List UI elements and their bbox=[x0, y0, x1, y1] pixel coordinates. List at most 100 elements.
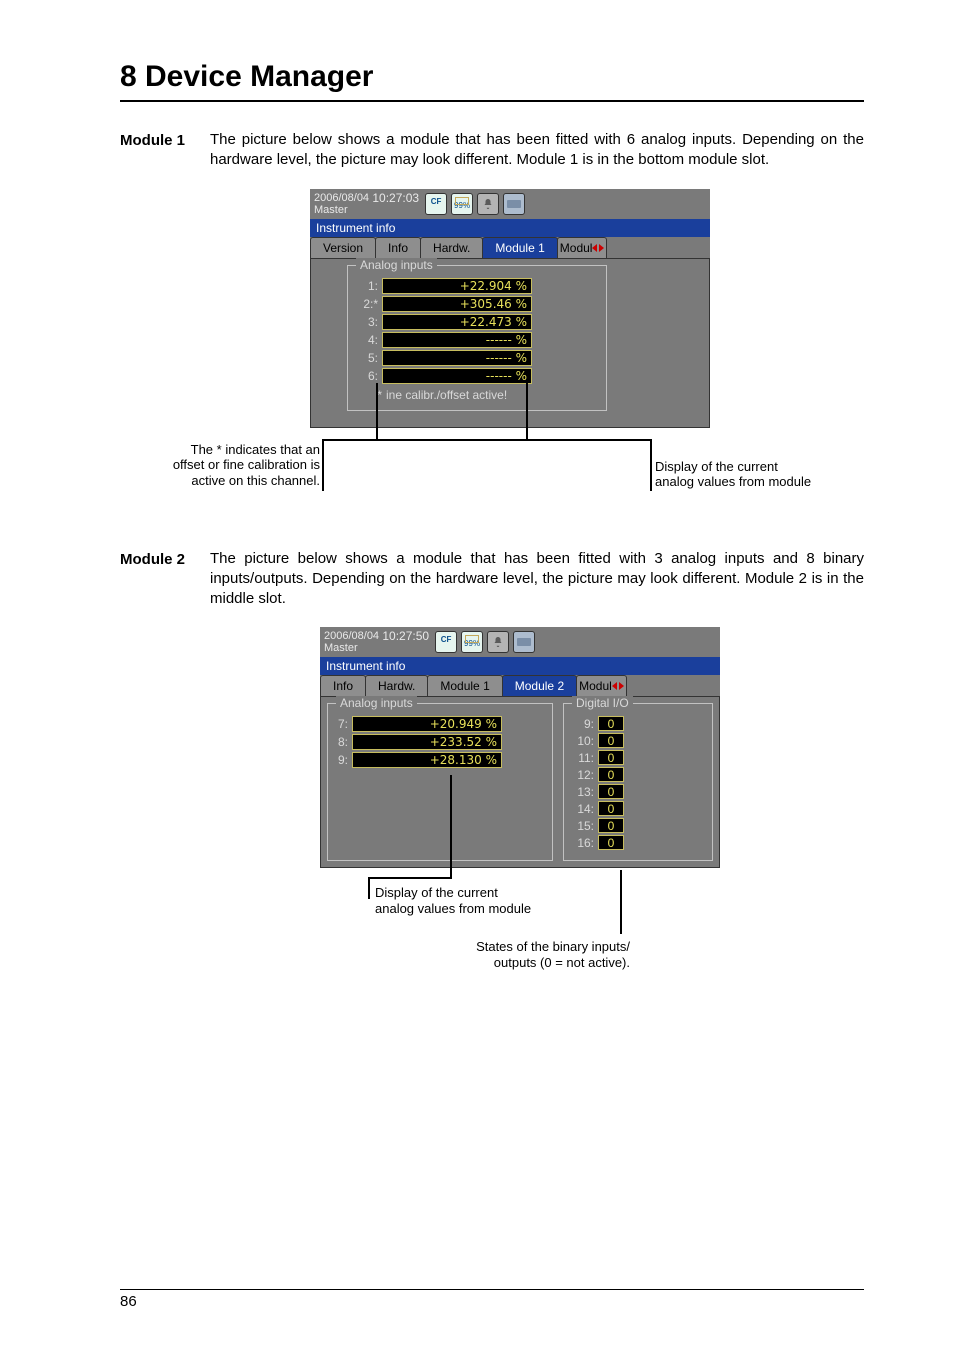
master-label: Master bbox=[324, 642, 379, 654]
topbar-left: 2006/08/04 Master bbox=[314, 192, 369, 216]
callout-line: analog values from module bbox=[655, 474, 811, 489]
time-label: 10:27:50 bbox=[379, 627, 429, 643]
dio-value: 0 bbox=[598, 733, 624, 748]
callout-line: analog values from module bbox=[375, 901, 531, 916]
ai-label: 2:* bbox=[356, 297, 382, 311]
time-label: 10:27:03 bbox=[369, 189, 419, 205]
lead-line bbox=[322, 439, 652, 441]
ai-label: 1: bbox=[356, 279, 382, 293]
note-text: ine calibr./offset active! bbox=[386, 388, 507, 402]
callout-line: Display of the current bbox=[655, 459, 778, 474]
dio-value: 0 bbox=[598, 835, 624, 850]
callout-analog-values: Display of the current analog values fro… bbox=[375, 885, 531, 916]
callout-star-explanation: The * indicates that an offset or fine c… bbox=[145, 442, 320, 489]
tab-info[interactable]: Info bbox=[375, 237, 421, 258]
ai-value: +305.46 % bbox=[382, 296, 532, 312]
tab-scroll-label: Modul bbox=[560, 241, 593, 255]
section-titlebar: Instrument info bbox=[310, 219, 710, 237]
lead-line bbox=[322, 439, 324, 491]
scroll-right-icon[interactable] bbox=[599, 244, 604, 252]
dio-label: 9: bbox=[572, 717, 598, 731]
dio-label: 12: bbox=[572, 768, 598, 782]
footer-rule bbox=[120, 1289, 864, 1290]
callout-line: Display of the current bbox=[375, 885, 498, 900]
ai-value: +28.130 % bbox=[352, 752, 502, 768]
group-title: Analog inputs bbox=[356, 258, 437, 272]
lead-line bbox=[368, 877, 452, 879]
dio-label: 16: bbox=[572, 836, 598, 850]
group-title: Analog inputs bbox=[336, 696, 417, 710]
keyboard-icon bbox=[513, 631, 535, 653]
callout-line: States of the binary inputs/ bbox=[476, 939, 630, 954]
tab-strip: Version Info Hardw. Module 1 Modul bbox=[310, 237, 710, 258]
dio-label: 11: bbox=[572, 751, 598, 765]
module1-figure-area: 2006/08/04 Master 10:27:03 99% Instrumen… bbox=[310, 189, 864, 509]
module1-paragraph: The picture below shows a module that ha… bbox=[210, 130, 864, 171]
group-title: Digital I/O bbox=[572, 696, 633, 710]
scroll-right-icon[interactable] bbox=[619, 682, 624, 690]
keyboard-icon bbox=[503, 193, 525, 215]
ai-value: ------ % bbox=[382, 332, 532, 348]
scroll-left-icon[interactable] bbox=[612, 682, 617, 690]
tab-scroll[interactable]: Modul bbox=[576, 675, 627, 696]
tab-module1[interactable]: Module 1 bbox=[427, 675, 502, 696]
ai-label: 7: bbox=[336, 717, 352, 731]
module1-panel: 2006/08/04 Master 10:27:03 99% Instrumen… bbox=[310, 189, 710, 428]
dio-label: 13: bbox=[572, 785, 598, 799]
tab-module2[interactable]: Module 2 bbox=[502, 675, 577, 696]
analog-row-2: 2:* +305.46 % bbox=[356, 296, 598, 312]
module2-figure-area: 2006/08/04 Master 10:27:50 99% Instrumen… bbox=[320, 627, 864, 1007]
digital-io-group: Digital I/O 9:0 10:0 11:0 12:0 13:0 14:0… bbox=[563, 703, 713, 861]
tab-module1[interactable]: Module 1 bbox=[482, 237, 557, 258]
lead-line bbox=[650, 439, 652, 491]
analog-inputs-group: Analog inputs 1: +22.904 % 2:* +305.46 %… bbox=[347, 265, 607, 411]
ai-label: 3: bbox=[356, 315, 382, 329]
callout-line: active on this channel. bbox=[191, 473, 320, 488]
callout-line: offset or fine calibration is bbox=[173, 457, 320, 472]
analog-inputs-group: Analog inputs 7: +20.949 % 8: +233.52 % … bbox=[327, 703, 553, 861]
panel-body: Analog inputs 1: +22.904 % 2:* +305.46 %… bbox=[310, 258, 710, 428]
panel-body: Analog inputs 7: +20.949 % 8: +233.52 % … bbox=[320, 696, 720, 868]
tab-info[interactable]: Info bbox=[320, 675, 366, 696]
analog-row-4: 4: ------ % bbox=[356, 332, 598, 348]
dio-row-9: 9:0 bbox=[572, 716, 704, 731]
analog-row-6: 6: ------ % bbox=[356, 368, 598, 384]
callout-line: The * indicates that an bbox=[191, 442, 320, 457]
lead-line bbox=[368, 877, 370, 899]
tab-hardw[interactable]: Hardw. bbox=[365, 675, 428, 696]
divider bbox=[120, 100, 864, 102]
module2-panel: 2006/08/04 Master 10:27:50 99% Instrumen… bbox=[320, 627, 720, 868]
storage-pct-icon: 99% bbox=[451, 193, 473, 215]
dio-row-10: 10:0 bbox=[572, 733, 704, 748]
topbar-left: 2006/08/04 Master bbox=[324, 630, 379, 654]
dio-row-15: 15:0 bbox=[572, 818, 704, 833]
master-label: Master bbox=[314, 204, 369, 216]
dio-row-11: 11:0 bbox=[572, 750, 704, 765]
dio-value: 0 bbox=[598, 750, 624, 765]
scroll-left-icon[interactable] bbox=[592, 244, 597, 252]
topbar-spacer bbox=[539, 631, 669, 653]
tab-scroll[interactable]: Modul bbox=[557, 237, 608, 258]
ai-value: +233.52 % bbox=[352, 734, 502, 750]
dio-label: 14: bbox=[572, 802, 598, 816]
analog-row-1: 1: +22.904 % bbox=[356, 278, 598, 294]
ai-value: ------ % bbox=[382, 368, 532, 384]
cf-card-icon bbox=[425, 193, 447, 215]
lead-line bbox=[376, 383, 378, 440]
module2-paragraph: The picture below shows a module that ha… bbox=[210, 549, 864, 610]
dio-row-14: 14:0 bbox=[572, 801, 704, 816]
date-label: 2006/08/04 bbox=[314, 192, 369, 204]
tab-hardw[interactable]: Hardw. bbox=[420, 237, 483, 258]
module1-label: Module 1 bbox=[120, 130, 210, 149]
calibration-note: * ine calibr./offset active! bbox=[356, 388, 598, 402]
chapter-title: 8 Device Manager bbox=[120, 60, 864, 94]
dio-row-12: 12:0 bbox=[572, 767, 704, 782]
ai-value: ------ % bbox=[382, 350, 532, 366]
analog-row-8: 8: +233.52 % bbox=[336, 734, 544, 750]
ai-label: 8: bbox=[336, 735, 352, 749]
bell-icon bbox=[487, 631, 509, 653]
dio-label: 10: bbox=[572, 734, 598, 748]
tab-version[interactable]: Version bbox=[310, 237, 376, 258]
ai-label: 6: bbox=[356, 369, 382, 383]
dio-value: 0 bbox=[598, 801, 624, 816]
